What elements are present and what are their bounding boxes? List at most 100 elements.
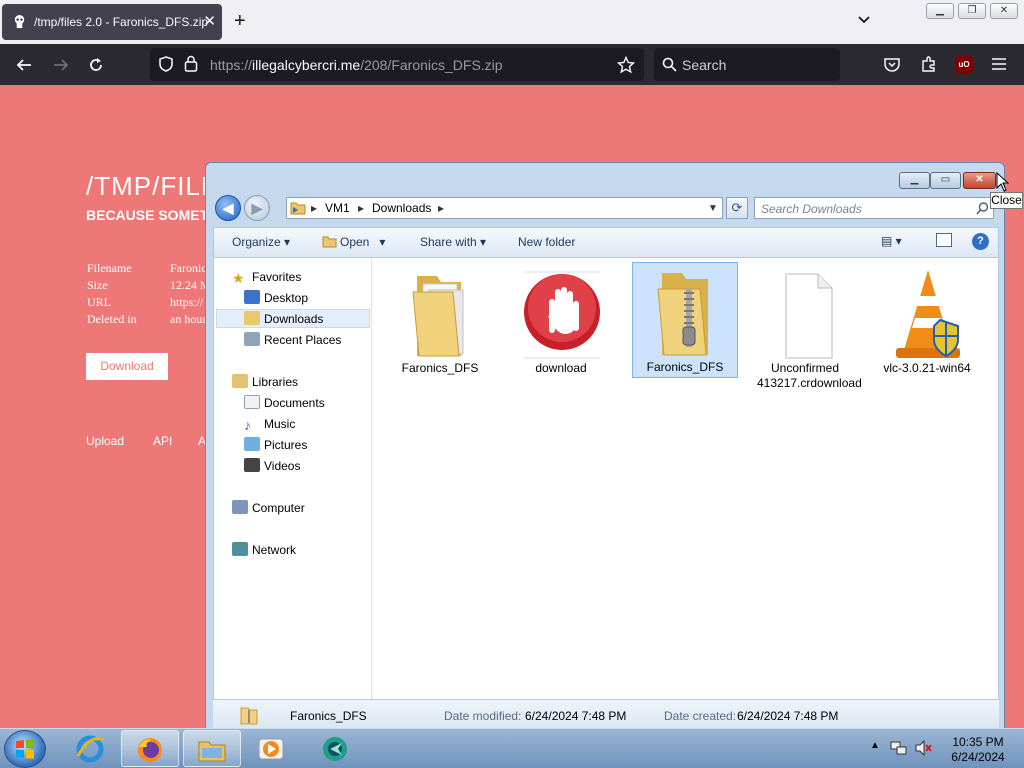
- share-with-menu[interactable]: Share with ▾: [420, 235, 486, 249]
- nav-pictures[interactable]: Pictures: [244, 436, 307, 455]
- extensions-puzzle-icon[interactable]: [920, 55, 938, 73]
- breadcrumb-separator-icon: ▸: [438, 201, 445, 215]
- browser-tab[interactable]: /tmp/files 2.0 - Faronics_DFS.zip ✕: [2, 4, 222, 40]
- explorer-back-button[interactable]: ◀: [215, 195, 241, 221]
- nav-libraries[interactable]: Libraries: [232, 373, 298, 392]
- tracking-protection-shield-icon[interactable]: [158, 56, 174, 72]
- taskbar-firefox-icon[interactable]: [121, 730, 179, 767]
- explorer-navigation-bar: ◀ ▶ ▸ VM1 ▸ Downloads ▸ ▼ ⟳: [206, 193, 1004, 223]
- info-row-filename: Filename Faronic: [87, 261, 207, 275]
- breadcrumb-downloads[interactable]: Downloads: [372, 201, 431, 215]
- folder-icon: [412, 276, 464, 357]
- preview-pane-icon[interactable]: [936, 233, 952, 247]
- start-button-windows-logo-icon[interactable]: [4, 730, 46, 768]
- tab-title: /tmp/files 2.0 - Faronics_DFS.zip: [34, 15, 209, 29]
- taskbar-network-app-icon[interactable]: [307, 730, 365, 767]
- bookmark-star-icon[interactable]: [617, 56, 635, 74]
- new-folder-button[interactable]: New folder: [518, 235, 575, 249]
- refresh-icon[interactable]: ⟳: [726, 197, 748, 219]
- nav-recent-places[interactable]: Recent Places: [244, 331, 341, 350]
- nav-music[interactable]: ♪ Music: [244, 415, 295, 434]
- file-name: vlc-3.0.21-win64: [883, 361, 971, 375]
- show-hidden-icons-arrow-icon[interactable]: ▲: [870, 740, 880, 751]
- nav-videos[interactable]: Videos: [244, 457, 300, 476]
- file-item-selected[interactable]: Faronics_DFS: [632, 262, 738, 378]
- date-created-label: Date created:: [664, 709, 737, 723]
- hamburger-menu-icon[interactable]: [991, 57, 1007, 71]
- file-name: Faronics_DFS: [646, 360, 724, 374]
- help-icon[interactable]: ?: [972, 233, 989, 250]
- download-button[interactable]: Download: [86, 353, 168, 380]
- nav-favorites[interactable]: ★ Favorites: [232, 268, 301, 287]
- open-folder-icon: [322, 236, 337, 248]
- file-name: download: [535, 361, 587, 375]
- blank-file-icon: [785, 273, 833, 359]
- nav-downloads[interactable]: Downloads: [216, 309, 370, 328]
- breadcrumb-vm1[interactable]: VM1: [325, 201, 350, 215]
- search-bar[interactable]: [654, 48, 840, 81]
- mouse-cursor-icon: [996, 172, 1010, 192]
- tab-close-icon[interactable]: ✕: [203, 12, 216, 30]
- volume-muted-icon[interactable]: [914, 740, 932, 756]
- nav-desktop[interactable]: Desktop: [244, 289, 308, 308]
- date-modified-value: 6/24/2024 7:48 PM: [525, 709, 627, 723]
- windows-taskbar: ▲ 10:35 PM 6/24/2024: [0, 728, 1024, 768]
- reload-icon[interactable]: [84, 53, 108, 77]
- taskbar-file-explorer-icon[interactable]: [183, 730, 241, 767]
- site-favicon-icon: [14, 14, 25, 29]
- taskbar-media-player-icon[interactable]: [243, 730, 301, 767]
- system-clock[interactable]: 10:35 PM 6/24/2024: [948, 735, 1008, 765]
- details-pane: Faronics_DFS Date modified: 6/24/2024 7:…: [213, 700, 999, 728]
- nav-network[interactable]: Network: [232, 541, 296, 560]
- breadcrumb-separator-icon: ▸: [311, 201, 318, 215]
- file-item[interactable]: Faronics_DFS: [388, 264, 494, 396]
- back-arrow-icon[interactable]: [12, 53, 36, 77]
- stop-hand-icon: [524, 271, 600, 359]
- footer-link-upload[interactable]: Upload: [86, 434, 124, 448]
- documents-icon: [244, 395, 260, 409]
- list-all-tabs-chevron-icon[interactable]: [856, 12, 872, 28]
- explorer-search-box[interactable]: [754, 197, 994, 219]
- padlock-icon[interactable]: [184, 55, 198, 72]
- folder-icon: [290, 202, 306, 215]
- change-view-icon[interactable]: ▤ ▾: [881, 234, 902, 248]
- pocket-icon[interactable]: [883, 56, 901, 74]
- breadcrumb-separator-icon: ▸: [358, 201, 365, 215]
- libraries-icon: [232, 374, 248, 388]
- zip-folder-icon: [657, 273, 708, 356]
- address-dropdown-icon[interactable]: ▼: [708, 203, 718, 214]
- explorer-close-button[interactable]: ✕: [963, 172, 996, 189]
- open-menu[interactable]: Open ▾: [322, 235, 385, 249]
- videos-icon: [244, 458, 260, 472]
- taskbar-internet-explorer-icon[interactable]: [62, 730, 120, 767]
- restore-button[interactable]: ❐: [958, 3, 986, 19]
- nav-documents[interactable]: Documents: [244, 394, 325, 413]
- minimize-button[interactable]: ▁: [926, 3, 954, 19]
- file-item[interactable]: vlc-3.0.21-win64: [875, 264, 981, 396]
- navigation-pane: ★ Favorites Desktop Downloads Recent Plac…: [214, 258, 372, 699]
- file-name: Faronics_DFS: [401, 361, 479, 375]
- forward-arrow-icon[interactable]: [49, 53, 73, 77]
- zip-folder-icon: [240, 707, 258, 725]
- new-tab-button[interactable]: +: [234, 10, 246, 32]
- file-item[interactable]: Unconfirmed 413217.crdownload: [753, 264, 862, 396]
- explorer-maximize-button[interactable]: ▭: [930, 172, 961, 189]
- date-created-value: 6/24/2024 7:48 PM: [737, 709, 839, 723]
- explorer-search-input[interactable]: [761, 201, 971, 216]
- url-text[interactable]: https://illegalcybercri.me/208/Faronics_…: [210, 57, 503, 73]
- file-item[interactable]: download: [509, 264, 615, 396]
- nav-computer[interactable]: Computer: [232, 499, 305, 518]
- organize-menu[interactable]: Organize ▾: [232, 235, 290, 249]
- ublock-origin-icon[interactable]: uO: [955, 56, 973, 74]
- explorer-forward-button[interactable]: ▶: [244, 195, 270, 221]
- search-input[interactable]: [682, 55, 832, 74]
- network-status-icon[interactable]: [890, 740, 908, 756]
- explorer-window: ▁ ▭ ✕ ◀ ▶ ▸ VM1 ▸ Downloads ▸ ▼ ⟳ Organi…: [205, 162, 1005, 728]
- site-subtitle: BECAUSE SOMET: [86, 207, 209, 223]
- close-window-button[interactable]: ✕: [990, 3, 1018, 19]
- url-bar[interactable]: https://illegalcybercri.me/208/Faronics_…: [150, 48, 644, 81]
- details-file-name: Faronics_DFS: [290, 709, 367, 723]
- explorer-minimize-button[interactable]: ▁: [899, 172, 930, 189]
- address-bar[interactable]: ▸ VM1 ▸ Downloads ▸ ▼: [286, 197, 723, 219]
- footer-link-api[interactable]: API: [153, 434, 172, 448]
